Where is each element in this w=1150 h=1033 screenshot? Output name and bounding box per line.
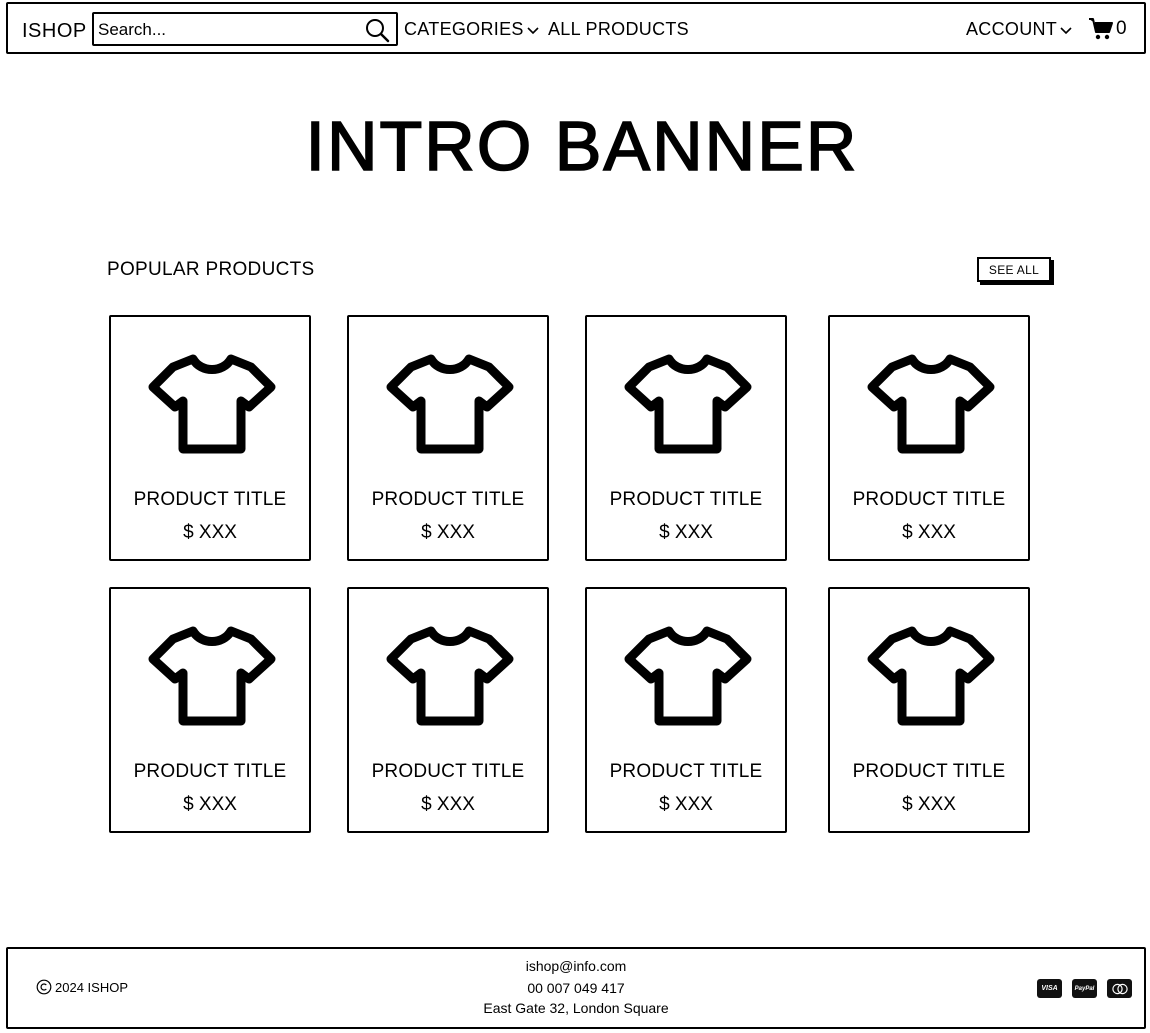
t-shirt-icon [624,354,752,454]
footer: 2024 ISHOP ishop@info.com 00 007 049 417… [6,947,1146,1029]
visa-icon: VISA [1037,979,1062,998]
logo[interactable]: ISHOP [22,20,87,43]
product-card[interactable]: PRODUCT TITLE $ XXX [585,315,787,561]
section-title: POPULAR PRODUCTS [107,259,315,280]
footer-phone: 00 007 049 417 [527,980,625,996]
chevron-down-icon [1060,26,1072,34]
product-title: PRODUCT TITLE [133,761,287,782]
cart-count: 0 [1116,18,1127,39]
chevron-down-icon [527,26,539,34]
t-shirt-icon [148,354,276,454]
product-price: $ XXX [659,794,713,815]
t-shirt-icon [148,626,276,726]
paypal-icon: PayPal [1072,979,1097,998]
cart-button[interactable]: 0 [1088,17,1127,41]
product-title: PRODUCT TITLE [852,489,1006,510]
mastercard-icon [1107,979,1132,998]
t-shirt-icon [624,626,752,726]
product-price: $ XXX [183,794,237,815]
product-card[interactable]: PRODUCT TITLE $ XXX [585,587,787,833]
product-price: $ XXX [902,522,956,543]
product-card[interactable]: PRODUCT TITLE $ XXX [828,315,1030,561]
t-shirt-icon [867,354,995,454]
top-navbar: ISHOP CATEGORIES ALL PRODUCTS ACCOUNT 0 [6,2,1146,54]
product-card[interactable]: PRODUCT TITLE $ XXX [347,315,549,561]
search-input[interactable] [98,18,358,42]
product-title: PRODUCT TITLE [609,761,763,782]
nav-categories[interactable]: CATEGORIES [404,19,539,40]
product-card[interactable]: PRODUCT TITLE $ XXX [828,587,1030,833]
nav-all-products[interactable]: ALL PRODUCTS [548,19,689,40]
payment-methods: VISA PayPal [1037,979,1132,998]
search-icon[interactable] [364,17,390,43]
nav-account-label: ACCOUNT [966,19,1058,39]
product-title: PRODUCT TITLE [609,489,763,510]
nav-categories-label: CATEGORIES [404,19,524,39]
product-price: $ XXX [902,794,956,815]
shopping-cart-icon [1089,18,1113,40]
product-price: $ XXX [421,522,475,543]
t-shirt-icon [867,626,995,726]
product-title: PRODUCT TITLE [371,761,525,782]
product-title: PRODUCT TITLE [133,489,287,510]
product-price: $ XXX [421,794,475,815]
product-price: $ XXX [183,522,237,543]
product-card[interactable]: PRODUCT TITLE $ XXX [347,587,549,833]
nav-account[interactable]: ACCOUNT [966,19,1072,40]
see-all-button[interactable]: SEE ALL [977,257,1051,282]
product-card[interactable]: PRODUCT TITLE $ XXX [109,587,311,833]
product-card[interactable]: PRODUCT TITLE $ XXX [109,315,311,561]
product-price: $ XXX [659,522,713,543]
footer-email[interactable]: ishop@info.com [8,958,1144,974]
search-box [92,12,398,46]
footer-address: East Gate 32, London Square [483,1000,669,1016]
t-shirt-icon [386,354,514,454]
intro-banner: INTRO BANNER [305,106,859,186]
product-title: PRODUCT TITLE [852,761,1006,782]
product-title: PRODUCT TITLE [371,489,525,510]
t-shirt-icon [386,626,514,726]
